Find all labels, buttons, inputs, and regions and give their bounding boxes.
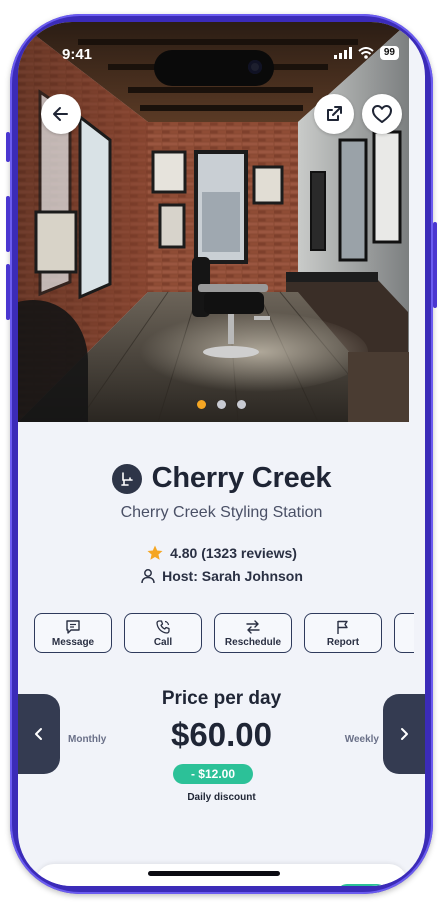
volume-down-button xyxy=(6,264,10,320)
listing-title: Cherry Creek xyxy=(151,462,332,494)
favorite-button[interactable] xyxy=(362,94,402,134)
signal-icon xyxy=(333,47,352,59)
dynamic-island xyxy=(154,50,274,86)
more-action-button[interactable] xyxy=(394,613,414,653)
host-row[interactable]: Host: Sarah Johnson xyxy=(18,568,425,584)
star-icon xyxy=(147,545,163,560)
host-text: Host: Sarah Johnson xyxy=(162,568,303,584)
rating-row[interactable]: 4.80 (1323 reviews) xyxy=(18,544,425,562)
call-label: Call xyxy=(153,636,173,648)
reschedule-label: Reschedule xyxy=(224,636,282,648)
screen: 9:41 99 Cherry Creek Cherry Creek Stylin… xyxy=(18,22,425,886)
swap-icon xyxy=(246,619,260,634)
rating-text: 4.80 (1323 reviews) xyxy=(170,545,297,561)
battery-indicator: 99 xyxy=(379,46,399,60)
phone-frame: 9:41 99 Cherry Creek Cherry Creek Stylin… xyxy=(6,14,437,894)
carousel-dot-1[interactable] xyxy=(197,400,206,409)
listing-header: Cherry Creek xyxy=(18,462,425,495)
arrow-left-icon xyxy=(53,107,68,121)
status-icons: 99 xyxy=(333,46,399,60)
action-buttons: Message Call Reschedule Report xyxy=(34,613,425,655)
user-icon xyxy=(141,569,155,584)
status-bar: 9:41 99 xyxy=(18,40,425,86)
chevron-right-icon xyxy=(401,728,408,740)
flag-icon xyxy=(337,620,348,634)
carousel-dot-2[interactable] xyxy=(217,400,226,409)
phone-icon xyxy=(156,619,170,634)
barber-chair-icon xyxy=(111,463,142,494)
status-time: 9:41 xyxy=(62,46,93,63)
bottom-sheet-action[interactable] xyxy=(337,884,387,886)
message-button[interactable]: Message xyxy=(34,613,112,653)
report-button[interactable]: Report xyxy=(304,613,382,653)
heart-icon xyxy=(372,105,392,123)
carousel-dot-3[interactable] xyxy=(237,400,246,409)
call-button[interactable]: Call xyxy=(124,613,202,653)
volume-up-button xyxy=(6,196,10,252)
price-title: Price per day xyxy=(161,688,282,709)
message-icon xyxy=(66,619,80,634)
discount-label: Daily discount xyxy=(187,792,256,803)
discount-badge: - $12.00 xyxy=(173,764,253,784)
reschedule-button[interactable]: Reschedule xyxy=(214,613,292,653)
external-link-icon xyxy=(327,106,342,121)
next-price-button[interactable] xyxy=(383,694,425,774)
wifi-icon xyxy=(358,47,374,59)
power-button xyxy=(433,222,437,308)
carousel-indicator xyxy=(18,400,425,409)
share-button[interactable] xyxy=(314,94,354,134)
next-period-label[interactable]: Weekly xyxy=(345,734,379,745)
listing-subtitle: Cherry Creek Styling Station xyxy=(120,504,323,521)
action-button xyxy=(6,132,10,162)
pricing-section: Monthly Price per day $60.00 Weekly - $1… xyxy=(18,682,425,812)
report-label: Report xyxy=(326,636,360,648)
back-button[interactable] xyxy=(41,94,81,134)
home-indicator[interactable] xyxy=(148,871,280,876)
message-label: Message xyxy=(51,636,95,648)
